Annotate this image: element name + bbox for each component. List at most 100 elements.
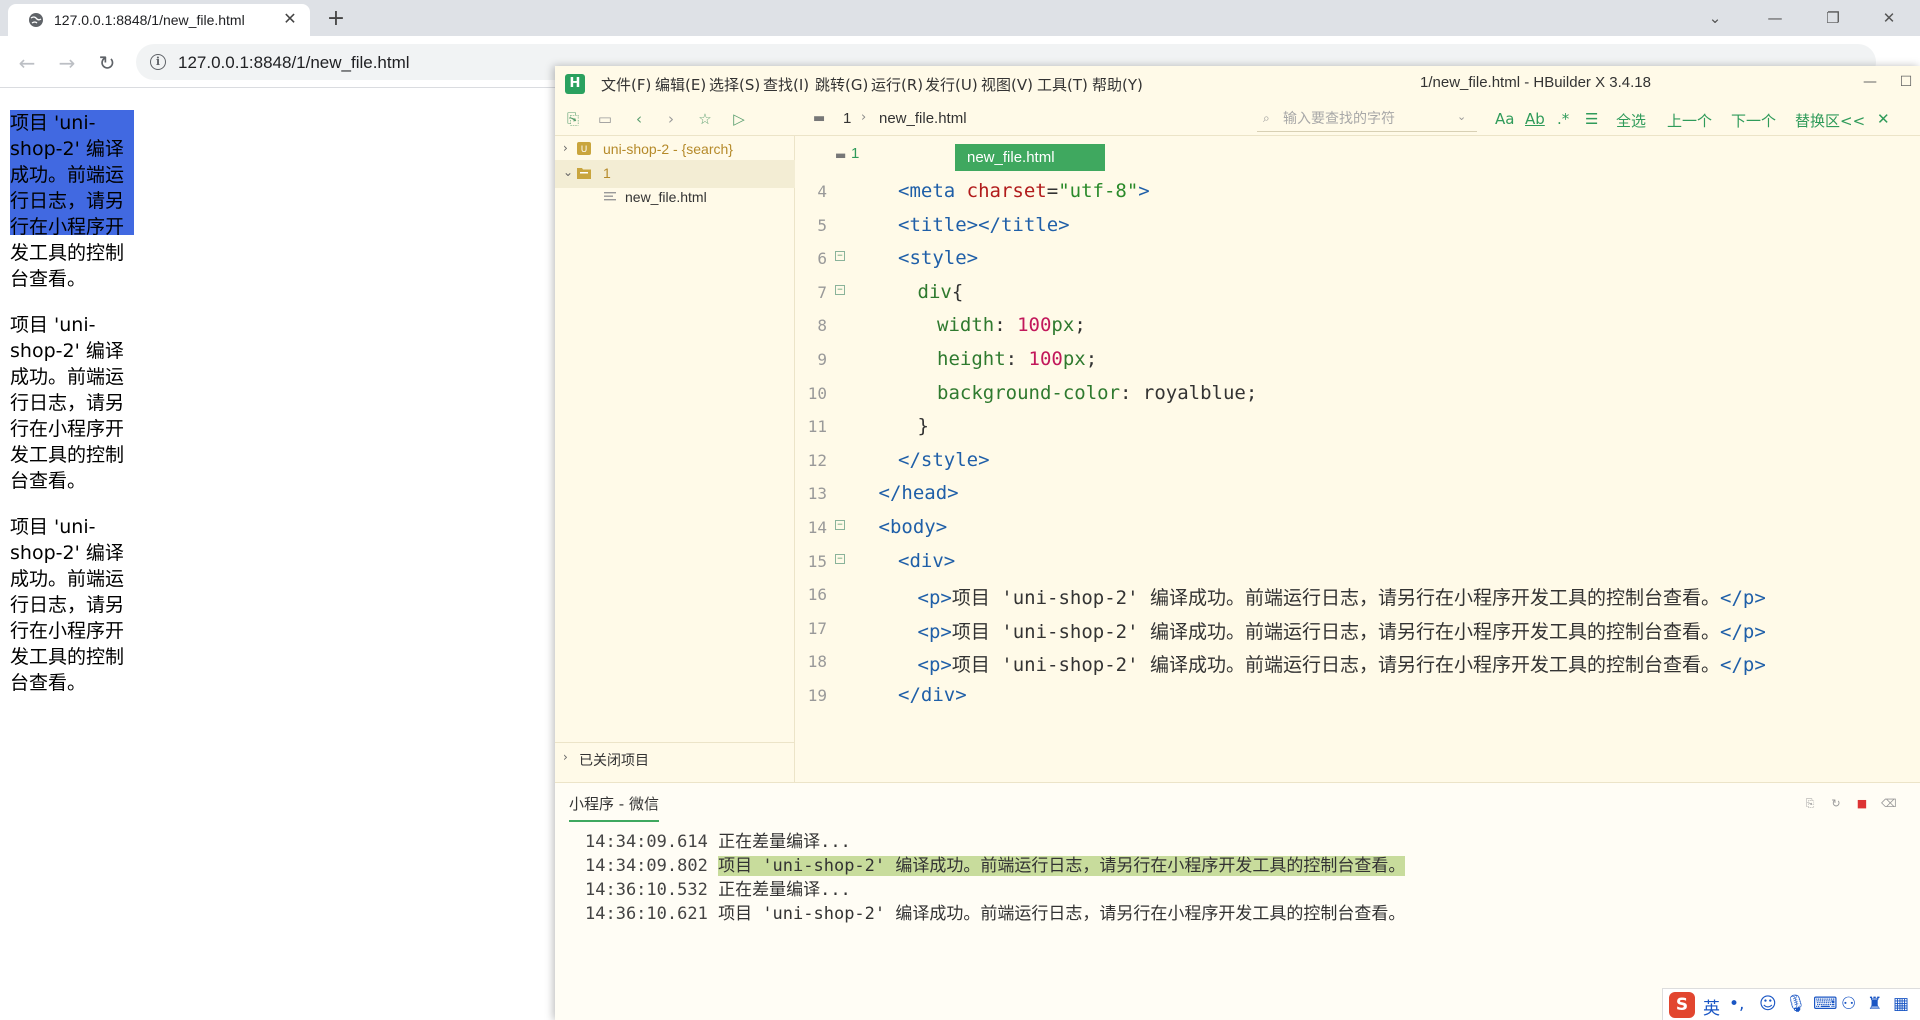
site-info-icon[interactable]: i <box>150 54 166 70</box>
hb-minimize-button[interactable]: — <box>1855 70 1885 94</box>
bookmark-star-icon[interactable]: ☆ <box>695 109 715 129</box>
match-case-toggle[interactable]: Aa <box>1495 110 1514 128</box>
code-text: height: 100px; <box>937 348 1098 370</box>
close-window-button[interactable]: ✕ <box>1866 4 1912 32</box>
whole-word-toggle[interactable]: Ab <box>1525 110 1545 128</box>
line-number: 14 <box>807 518 827 537</box>
back-nav-icon[interactable]: ‹ <box>629 109 649 129</box>
menu-publish[interactable]: 发行(U) <box>925 74 978 95</box>
restart-icon[interactable]: ↻ <box>1829 797 1843 811</box>
code-area[interactable]: 4 <meta charset="utf-8"> 5 <title></title> 6… <box>795 172 1920 782</box>
browser-tab[interactable]: 127.0.0.1:8848/1/new_file.html ✕ <box>8 4 310 36</box>
log-line: 14:36:10.532 正在差量编译... <box>585 875 851 900</box>
address-url[interactable]: 127.0.0.1:8848/1/new_file.html <box>178 53 410 73</box>
line-number: 15 <box>807 551 827 571</box>
tab-search-icon[interactable]: ⌄ <box>1692 4 1738 32</box>
file-icon <box>604 192 616 201</box>
code-text: </style> <box>898 448 990 471</box>
menu-find[interactable]: 查找(I) <box>763 74 809 95</box>
run-icon[interactable]: ▷ <box>729 109 749 129</box>
minimize-button[interactable]: — <box>1752 4 1798 32</box>
fold-toggle-icon[interactable]: − <box>835 284 845 295</box>
fold-toggle-icon[interactable]: − <box>835 520 845 530</box>
page-paragraph: 项目 'uni-shop-2' 编译成功。前端运行日志，请另行在小程序开发工具的… <box>10 516 125 694</box>
menu-tools[interactable]: 工具(T) <box>1037 74 1088 95</box>
regex-toggle[interactable]: .* <box>1557 110 1569 128</box>
menu-help[interactable]: 帮助(Y) <box>1092 74 1143 95</box>
tab-close-icon[interactable]: ✕ <box>280 9 300 29</box>
restore-button[interactable]: ❐ <box>1810 4 1856 32</box>
log-message: 正在差量编译... <box>718 832 851 852</box>
emoji-icon[interactable]: ☺ <box>1759 994 1777 1014</box>
log-timestamp: 14:36:10.532 <box>585 880 708 900</box>
new-file-icon[interactable]: ⎘ <box>563 109 583 129</box>
clear-console-icon[interactable]: ⌫ <box>1881 797 1897 811</box>
menu-edit[interactable]: 编辑(E) <box>655 74 706 95</box>
hb-maximize-button[interactable]: ☐ <box>1891 70 1920 94</box>
line-number: 5 <box>817 215 827 235</box>
chevron-down-icon[interactable]: ⌄ <box>1457 110 1466 123</box>
open-log-icon[interactable]: ⎘ <box>1803 797 1817 811</box>
user-icon[interactable]: ⚇ <box>1841 994 1856 1014</box>
log-timestamp: 14:34:09.802 <box>585 856 708 876</box>
breadcrumb: ▬ 1 › new_file.html <box>813 102 1213 136</box>
breadcrumb-folder[interactable]: 1 <box>843 110 851 127</box>
align-icon[interactable]: ☰ <box>1585 110 1598 128</box>
select-all-button[interactable]: 全选 <box>1616 110 1646 131</box>
fold-toggle-icon[interactable]: − <box>835 251 845 262</box>
menu-run[interactable]: 运行(R) <box>871 74 923 95</box>
menu-view[interactable]: 视图(V) <box>981 74 1033 95</box>
code-line[interactable]: 19 </div> <box>795 676 1920 717</box>
reload-icon[interactable]: ↻ <box>94 50 120 76</box>
ime-toolbar: S 英 •, ☺ 🎙 ⌨ ⚇ ♜ ▦ <box>1662 988 1920 1020</box>
ime-lang-toggle[interactable]: 英 <box>1703 994 1720 1019</box>
log-timestamp: 14:34:09.614 <box>585 832 708 852</box>
stop-icon[interactable]: ■ <box>1855 797 1869 811</box>
code-text: } <box>917 415 929 438</box>
find-prev-button[interactable]: 上一个 <box>1667 110 1712 131</box>
keyboard-icon[interactable]: ⌨ <box>1813 994 1838 1014</box>
find-bar: ⌕ ⌄ <box>1257 108 1477 132</box>
skin-icon[interactable]: ♜ <box>1867 994 1882 1014</box>
editor-folder-label[interactable]: 1 <box>851 145 859 162</box>
menu-file[interactable]: 文件(F) <box>601 74 651 95</box>
globe-icon <box>29 13 43 27</box>
toolbox-icon[interactable]: ▦ <box>1893 994 1909 1014</box>
find-input[interactable] <box>1283 109 1453 129</box>
microphone-icon[interactable]: 🎙 <box>1785 994 1807 1014</box>
code-text: <meta charset="utf-8"> <box>898 180 1150 202</box>
new-tab-button[interactable]: + <box>322 6 350 34</box>
forward-nav-icon[interactable]: › <box>661 109 681 129</box>
find-next-button[interactable]: 下一个 <box>1731 110 1776 131</box>
line-number: 13 <box>807 484 827 504</box>
breadcrumb-file[interactable]: new_file.html <box>879 110 967 127</box>
back-icon[interactable]: ← <box>14 50 40 76</box>
tree-item-new-file[interactable]: new_file.html <box>555 184 795 212</box>
chevron-down-icon: ⌄ <box>563 165 574 179</box>
code-text: width: 100px; <box>937 314 1086 337</box>
line-number: 8 <box>817 316 827 336</box>
fold-toggle-icon[interactable]: − <box>835 553 845 564</box>
save-icon[interactable]: ▭ <box>595 109 615 129</box>
menu-goto[interactable]: 跳转(G) <box>815 74 868 95</box>
sogou-logo-icon[interactable]: S <box>1669 992 1695 1018</box>
punctuation-icon[interactable]: •, <box>1729 994 1744 1014</box>
folder-icon: ▬ <box>813 111 826 126</box>
editor-tab-new-file[interactable]: new_file.html <box>955 144 1105 171</box>
line-number: 19 <box>807 686 827 705</box>
line-number: 16 <box>807 585 827 605</box>
code-text: <style> <box>898 247 979 270</box>
replace-toggle-button[interactable]: 替换区<< <box>1795 110 1865 131</box>
find-close-icon[interactable]: ✕ <box>1877 110 1890 128</box>
project-sidebar: › U uni-shop-2 - {search} ⌄ 1 new_file.h… <box>555 136 795 782</box>
line-number: 11 <box>807 417 827 437</box>
line-number: 4 <box>817 182 827 201</box>
menu-select[interactable]: 选择(S) <box>709 74 760 95</box>
closed-projects-section[interactable]: › 已关闭项目 <box>555 742 795 772</box>
line-number: 9 <box>817 350 827 369</box>
hbuilder-toolbar: ⎘ ▭ ‹ › ☆ ▷ ▬ 1 › new_file.html ⌕ ⌄ Aa A… <box>555 102 1920 136</box>
folder-icon <box>577 168 591 179</box>
forward-icon[interactable]: → <box>54 50 80 76</box>
hbuilder-title: 1/new_file.html - HBuilder X 3.4.18 <box>1420 74 1651 91</box>
console-tab-miniprogram[interactable]: 小程序 - 微信 <box>569 793 659 822</box>
